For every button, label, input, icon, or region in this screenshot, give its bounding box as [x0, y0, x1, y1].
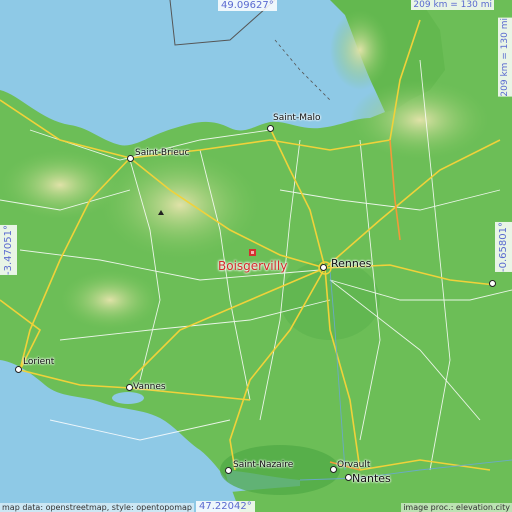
target-marker[interactable] — [249, 249, 256, 256]
map-canvas — [0, 0, 512, 512]
scale-horizontal: 209 km = 130 mi — [411, 0, 494, 10]
scale-vertical: 209 km = 130 mi — [498, 18, 512, 97]
label-nantes: Nantes — [352, 472, 391, 485]
coord-top: 49.09627° — [218, 0, 277, 11]
city-marker-east — [489, 280, 496, 287]
city-marker-saint-malo — [267, 125, 274, 132]
city-marker-nantes — [345, 474, 352, 481]
city-marker-orvault — [330, 466, 337, 473]
target-label: Boisgervilly — [218, 259, 288, 273]
coord-right: -0.65801° — [495, 222, 512, 272]
label-saint-nazaire: Saint-Nazaire — [233, 460, 294, 470]
label-saint-malo: Saint-Malo — [273, 113, 321, 123]
city-marker-rennes — [320, 264, 327, 271]
city-marker-saint-brieuc — [127, 155, 134, 162]
city-marker-vannes — [126, 384, 133, 391]
label-orvault: Orvault — [337, 460, 371, 470]
city-marker-lorient — [15, 366, 22, 373]
coord-bottom: 47.22042° — [196, 501, 255, 512]
label-saint-brieuc: Saint-Brieuc — [135, 148, 190, 158]
credit-left: map data: openstreetmap, style: opentopo… — [0, 503, 194, 512]
credit-right: image proc.: elevation.city — [401, 503, 512, 512]
map-view[interactable]: Saint-Malo Saint-Brieuc Rennes Lorient V… — [0, 0, 512, 512]
coord-left: -3.47051° — [0, 225, 17, 275]
city-marker-saint-nazaire — [225, 467, 232, 474]
label-lorient: Lorient — [23, 357, 55, 367]
label-vannes: Vannes — [133, 382, 166, 392]
label-rennes: Rennes — [331, 257, 372, 270]
